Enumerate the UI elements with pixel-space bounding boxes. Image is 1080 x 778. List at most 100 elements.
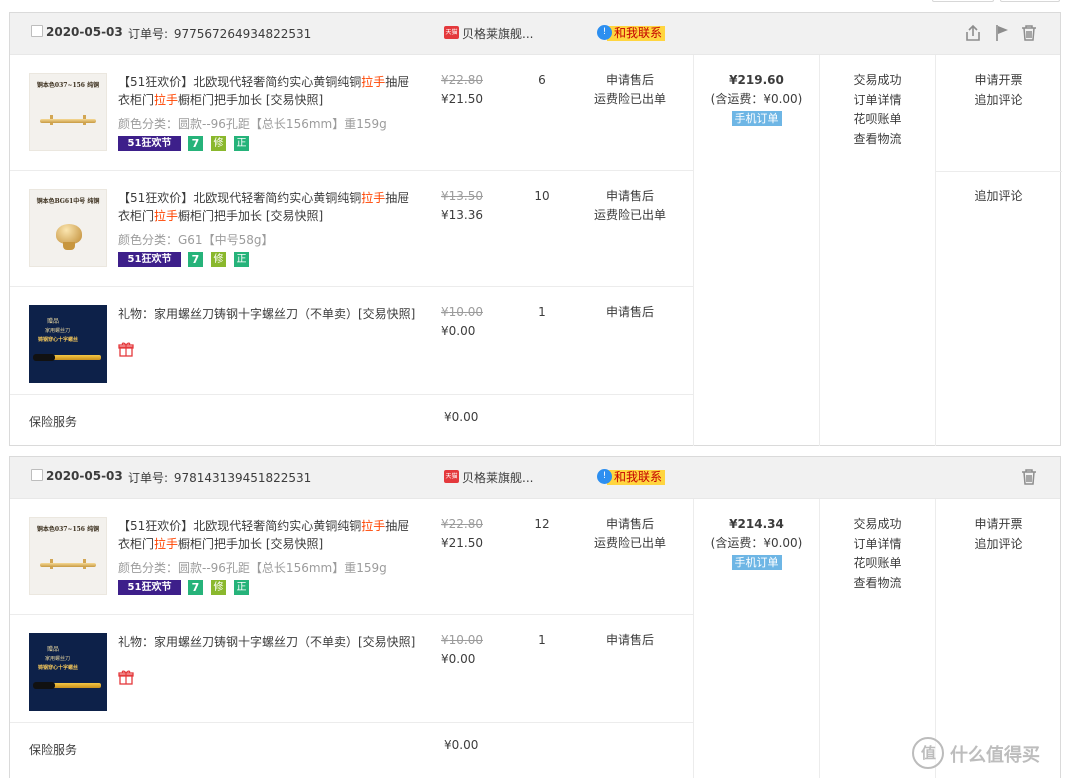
add-review-link[interactable]: 追加评论 bbox=[936, 535, 1061, 555]
seven-day-return-icon[interactable]: 7 bbox=[188, 580, 203, 595]
product-title-link[interactable]: 【51狂欢价】北欧现代轻奢简约实心黄铜纯铜拉手抽屉衣柜门拉手橱柜门把手加长 [交… bbox=[118, 189, 418, 225]
watermark-text: 什么值得买 bbox=[950, 745, 1040, 766]
order-item-row: 赠品 家用螺丝刀 铸钢穿心十字螺丝 礼物：家用螺丝刀铸钢十字螺丝刀（不单卖）[交… bbox=[10, 615, 693, 722]
order-detail-link[interactable]: 订单详情 bbox=[820, 535, 935, 555]
order-status-column: 交易成功 订单详情 花呗账单 查看物流 bbox=[819, 55, 935, 446]
thumbnail-caption: 铸钢穿心十字螺丝 bbox=[38, 665, 79, 671]
promo-51-badge[interactable]: 51狂欢节 bbox=[118, 580, 181, 595]
order-checkbox[interactable] bbox=[31, 25, 43, 37]
watermark-logo: 值 什么值得买 bbox=[912, 735, 1080, 771]
order-number-label: 订单号: bbox=[128, 27, 169, 41]
chat-icon: ! bbox=[597, 469, 612, 484]
trash-icon[interactable] bbox=[1019, 23, 1039, 43]
order-checkbox[interactable] bbox=[31, 469, 43, 481]
huabei-bill-link[interactable]: 花呗账单 bbox=[820, 554, 935, 574]
order-number: 订单号: 978143139451822531 bbox=[126, 469, 311, 486]
gift-thumbnail[interactable]: 赠品 家用螺丝刀 铸钢穿心十字螺丝 bbox=[29, 633, 107, 711]
insurance-value: ¥0.00 bbox=[444, 410, 479, 424]
order-detail-link[interactable]: 订单详情 bbox=[820, 91, 935, 111]
add-review-link[interactable]: 追加评论 bbox=[936, 91, 1061, 111]
order-item-row: 铜本色BG61中号 纯铜 【51狂欢价】北欧现代轻奢简约实心黄铜纯铜拉手抽屉衣柜… bbox=[10, 171, 693, 287]
unit-price: ¥13.36 bbox=[441, 208, 483, 222]
insurance-row: 保险服务 ¥0.00 bbox=[10, 722, 693, 778]
quantity: 1 bbox=[538, 633, 546, 647]
repair-service-icon[interactable]: 修 bbox=[211, 252, 226, 267]
thumbnail-caption: 家用螺丝刀 bbox=[45, 656, 71, 662]
original-price: ¥10.00 bbox=[441, 633, 483, 647]
share-icon[interactable] bbox=[963, 23, 983, 43]
insurance-label: 保险服务 bbox=[29, 415, 78, 429]
shipping-fee: (含运费：¥0.00) bbox=[710, 92, 803, 106]
after-sale-link[interactable]: 申请售后 bbox=[580, 631, 680, 650]
genuine-icon[interactable]: 正 bbox=[234, 136, 249, 151]
store-link[interactable]: 贝格莱旗舰... bbox=[462, 25, 533, 42]
mobile-order-tag: 手机订单 bbox=[731, 555, 782, 570]
flag-icon[interactable] bbox=[992, 23, 1012, 43]
item-actions: 申请售后 bbox=[580, 631, 680, 650]
view-logistics-link[interactable]: 查看物流 bbox=[820, 130, 935, 150]
product-variant: 颜色分类：G61【中号58g】 bbox=[118, 233, 274, 247]
thumbnail-caption: 铜本色037~156 纯铜 bbox=[36, 82, 100, 89]
product-thumbnail[interactable]: 铜本色BG61中号 纯铜 bbox=[29, 189, 107, 267]
product-title-link[interactable]: 【51狂欢价】北欧现代轻奢简约实心黄铜纯铜拉手抽屉衣柜门拉手橱柜门把手加长 [交… bbox=[118, 73, 418, 109]
product-variant: 颜色分类：圆款--96孔距【总长156mm】重159g bbox=[118, 561, 387, 575]
unit-price: ¥0.00 bbox=[441, 324, 476, 338]
shipping-insurance-text: 运费险已出单 bbox=[593, 536, 666, 550]
after-sale-link[interactable]: 申请售后 bbox=[580, 187, 680, 206]
quantity: 6 bbox=[538, 73, 546, 87]
thumbnail-caption: 家用螺丝刀 bbox=[45, 328, 71, 334]
gift-thumbnail[interactable]: 赠品 家用螺丝刀 铸钢穿心十字螺丝 bbox=[29, 305, 107, 383]
promo-51-badge[interactable]: 51狂欢节 bbox=[118, 252, 181, 267]
ops-divider bbox=[936, 171, 1062, 172]
genuine-icon[interactable]: 正 bbox=[234, 580, 249, 595]
insurance-value: ¥0.00 bbox=[444, 738, 479, 752]
view-logistics-link[interactable]: 查看物流 bbox=[820, 574, 935, 594]
insurance-label: 保险服务 bbox=[29, 743, 78, 757]
order-number-value: 978143139451822531 bbox=[173, 471, 312, 485]
item-actions: 申请售后 运费险已出单 bbox=[580, 515, 680, 553]
product-title-link[interactable]: 【51狂欢价】北欧现代轻奢简约实心黄铜纯铜拉手抽屉衣柜门拉手橱柜门把手加长 [交… bbox=[118, 517, 418, 553]
unit-price: ¥21.50 bbox=[441, 536, 483, 550]
after-sale-link[interactable]: 申请售后 bbox=[580, 303, 680, 322]
repair-service-icon[interactable]: 修 bbox=[211, 580, 226, 595]
request-invoice-link[interactable]: 申请开票 bbox=[936, 515, 1061, 535]
original-price: ¥10.00 bbox=[441, 305, 483, 319]
quantity: 10 bbox=[534, 189, 550, 203]
thumbnail-caption: 铸钢穿心十字螺丝 bbox=[38, 337, 79, 343]
product-thumbnail[interactable]: 铜本色037~156 纯铜 bbox=[29, 517, 107, 595]
genuine-icon[interactable]: 正 bbox=[234, 252, 249, 267]
repair-service-icon[interactable]: 修 bbox=[211, 136, 226, 151]
seven-day-return-icon[interactable]: 7 bbox=[188, 136, 203, 151]
thumbnail-caption: 赠品 bbox=[47, 318, 60, 325]
order-list-page: 2020-05-03 订单号: 977567264934822531 天猫 贝格… bbox=[0, 0, 1080, 778]
product-title-link[interactable]: 礼物：家用螺丝刀铸钢十字螺丝刀（不单卖）[交易快照] bbox=[118, 633, 418, 651]
unit-price: ¥0.00 bbox=[441, 652, 476, 666]
order-item-row: 铜本色037~156 纯铜 【51狂欢价】北欧现代轻奢简约实心黄铜纯铜拉手抽屉衣… bbox=[10, 499, 693, 615]
order-number: 订单号: 977567264934822531 bbox=[126, 25, 311, 42]
seven-day-return-icon[interactable]: 7 bbox=[188, 252, 203, 267]
product-variant: 颜色分类：圆款--96孔距【总长156mm】重159g bbox=[118, 117, 387, 131]
original-price: ¥22.80 bbox=[441, 73, 483, 87]
shipping-insurance-text: 运费险已出单 bbox=[593, 92, 666, 106]
promo-51-badge[interactable]: 51狂欢节 bbox=[118, 136, 181, 151]
thumbnail-caption: 赠品 bbox=[47, 646, 60, 653]
add-review-link[interactable]: 追加评论 bbox=[936, 187, 1061, 207]
store-link[interactable]: 贝格莱旗舰... bbox=[462, 469, 533, 486]
shipping-fee: (含运费：¥0.00) bbox=[710, 536, 803, 550]
order-card: 2020-05-03 订单号: 978143139451822531 天猫 贝格… bbox=[9, 456, 1061, 778]
top-button-fragment[interactable] bbox=[1000, 0, 1060, 2]
order-ops-column: 申请开票 追加评论 追加评论 bbox=[935, 55, 1062, 446]
product-title-link[interactable]: 礼物：家用螺丝刀铸钢十字螺丝刀（不单卖）[交易快照] bbox=[118, 305, 418, 323]
order-date: 2020-05-03 bbox=[46, 25, 123, 39]
after-sale-link[interactable]: 申请售后 bbox=[580, 515, 680, 534]
product-thumbnail[interactable]: 铜本色037~156 纯铜 bbox=[29, 73, 107, 151]
after-sale-link[interactable]: 申请售后 bbox=[580, 71, 680, 90]
trash-icon[interactable] bbox=[1019, 467, 1039, 487]
request-invoice-link[interactable]: 申请开票 bbox=[936, 71, 1061, 91]
top-button-fragment[interactable] bbox=[932, 0, 994, 2]
huabei-bill-link[interactable]: 花呗账单 bbox=[820, 110, 935, 130]
order-header: 2020-05-03 订单号: 977567264934822531 天猫 贝格… bbox=[10, 13, 1060, 55]
chat-icon: ! bbox=[597, 25, 612, 40]
watermark-icon: 值 bbox=[912, 737, 944, 769]
thumbnail-caption: 铜本色BG61中号 纯铜 bbox=[36, 198, 100, 205]
